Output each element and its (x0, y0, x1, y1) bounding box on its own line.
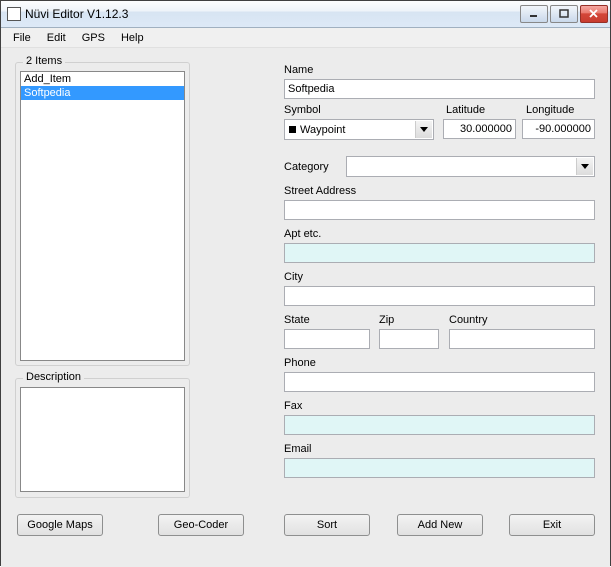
description-group: Description (15, 378, 190, 498)
geo-coder-button[interactable]: Geo-Coder (158, 514, 244, 536)
city-input[interactable] (284, 286, 595, 306)
category-label: Category (284, 161, 329, 173)
description-textarea[interactable] (20, 387, 185, 492)
menubar: File Edit GPS Help (1, 28, 610, 48)
window-controls (520, 5, 608, 23)
sort-button[interactable]: Sort (284, 514, 370, 536)
maximize-button[interactable] (550, 5, 578, 23)
category-combo[interactable] (346, 156, 595, 177)
symbol-value: Waypoint (300, 124, 345, 136)
menu-file[interactable]: File (5, 30, 39, 46)
app-icon (7, 7, 21, 21)
fax-label: Fax (284, 400, 302, 412)
add-new-button[interactable]: Add New (397, 514, 483, 536)
menu-help[interactable]: Help (113, 30, 152, 46)
window-title: Nüvi Editor V1.12.3 (25, 7, 520, 21)
zip-label: Zip (379, 314, 394, 326)
email-label: Email (284, 443, 312, 455)
menu-edit[interactable]: Edit (39, 30, 74, 46)
city-label: City (284, 271, 303, 283)
chevron-down-icon (415, 121, 432, 138)
fax-input[interactable] (284, 415, 595, 435)
name-label: Name (284, 64, 313, 76)
latitude-label: Latitude (446, 104, 485, 116)
symbol-combo[interactable]: Waypoint (284, 119, 434, 140)
state-label: State (284, 314, 310, 326)
close-button[interactable] (580, 5, 608, 23)
exit-button[interactable]: Exit (509, 514, 595, 536)
list-item[interactable]: Softpedia (21, 86, 184, 100)
close-icon (589, 9, 599, 19)
phone-input[interactable] (284, 372, 595, 392)
client-area: 2 Items Add_Item Softpedia Description N… (1, 48, 610, 567)
name-input[interactable] (284, 79, 595, 99)
maximize-icon (559, 9, 569, 19)
items-listbox[interactable]: Add_Item Softpedia (20, 71, 185, 361)
symbol-label: Symbol (284, 104, 321, 116)
longitude-label: Longitude (526, 104, 574, 116)
items-count-label: 2 Items (23, 55, 65, 67)
titlebar: Nüvi Editor V1.12.3 (1, 1, 610, 28)
country-label: Country (449, 314, 488, 326)
minimize-button[interactable] (520, 5, 548, 23)
items-group: 2 Items Add_Item Softpedia (15, 62, 190, 366)
description-label: Description (23, 371, 84, 383)
street-label: Street Address (284, 185, 356, 197)
list-item[interactable]: Add_Item (21, 72, 184, 86)
apt-input[interactable] (284, 243, 595, 263)
phone-label: Phone (284, 357, 316, 369)
apt-label: Apt etc. (284, 228, 321, 240)
country-input[interactable] (449, 329, 595, 349)
chevron-down-icon (576, 158, 593, 175)
menu-gps[interactable]: GPS (74, 30, 113, 46)
longitude-input[interactable] (522, 119, 595, 139)
street-input[interactable] (284, 200, 595, 220)
latitude-input[interactable] (443, 119, 516, 139)
minimize-icon (529, 9, 539, 19)
google-maps-button[interactable]: Google Maps (17, 514, 103, 536)
state-input[interactable] (284, 329, 370, 349)
zip-input[interactable] (379, 329, 439, 349)
email-input[interactable] (284, 458, 595, 478)
waypoint-icon (289, 126, 296, 133)
